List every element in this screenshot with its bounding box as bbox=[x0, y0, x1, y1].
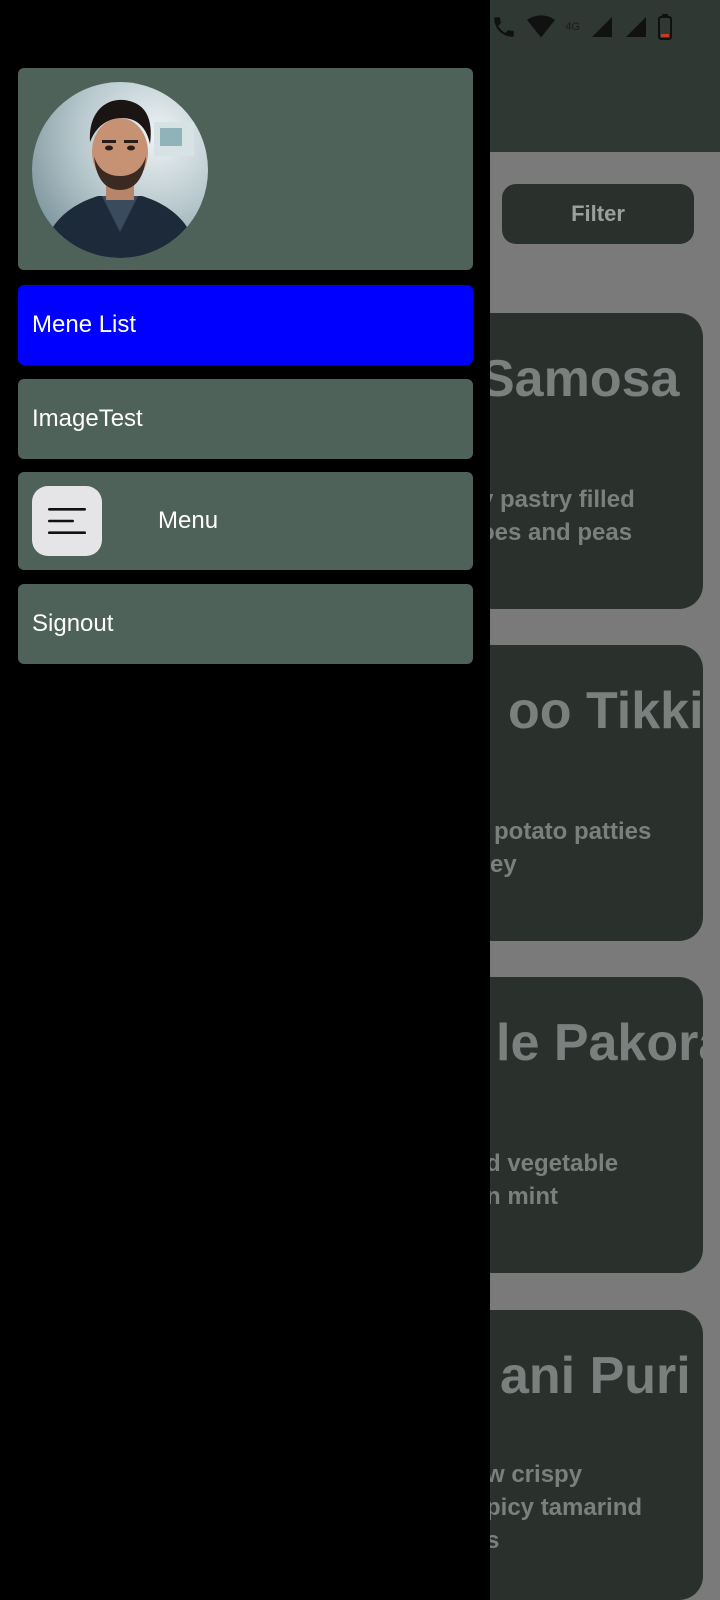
wifi-icon bbox=[527, 15, 556, 39]
food-card-title: le Pakora bbox=[496, 1014, 703, 1072]
drawer-item-label: ImageTest bbox=[32, 405, 143, 432]
food-card-title: ani Puri bbox=[500, 1347, 691, 1405]
screen: 4G Filter Samosa y pastry filled oes and… bbox=[0, 0, 720, 1600]
food-card-title: oo Tikki bbox=[508, 682, 703, 740]
food-card-desc-line: potato patties bbox=[494, 818, 652, 845]
food-card-desc-line: d vegetable bbox=[486, 1150, 619, 1177]
food-card-desc-line: n mint bbox=[486, 1183, 558, 1210]
food-card-desc-line: picy tamarind bbox=[486, 1494, 643, 1521]
food-card-title: Samosa bbox=[480, 350, 680, 408]
navigation-drawer: Mene List ImageTest Menu Signout bbox=[0, 0, 490, 1600]
avatar[interactable] bbox=[32, 82, 208, 258]
menu-lines-icon bbox=[32, 486, 102, 556]
drawer-item-label: Mene List bbox=[32, 311, 137, 338]
drawer-item-signout[interactable]: Signout bbox=[18, 584, 473, 664]
drawer-item-label: Signout bbox=[32, 610, 114, 637]
food-card-desc-line: y pastry filled bbox=[480, 486, 635, 513]
food-card-desc-line: ey bbox=[490, 851, 517, 878]
network-type-label: 4G bbox=[565, 21, 580, 33]
status-bar-icons: 4G bbox=[491, 12, 672, 42]
call-icon bbox=[491, 14, 517, 40]
drawer-item-mene-list[interactable]: Mene List bbox=[18, 285, 473, 365]
drawer-item-label: Menu bbox=[158, 507, 219, 534]
profile-header bbox=[18, 68, 473, 270]
food-card-desc-line: s bbox=[486, 1527, 500, 1554]
food-card-desc-line: w crispy bbox=[486, 1461, 583, 1488]
battery-icon bbox=[658, 14, 672, 40]
drawer-item-imagetest[interactable]: ImageTest bbox=[18, 379, 473, 459]
signal-icon bbox=[590, 15, 614, 39]
filter-button[interactable]: Filter bbox=[502, 184, 694, 244]
drawer-item-menu[interactable]: Menu bbox=[18, 472, 473, 570]
food-card-desc-line: oes and peas bbox=[480, 519, 633, 546]
signal-icon-2 bbox=[624, 15, 648, 39]
